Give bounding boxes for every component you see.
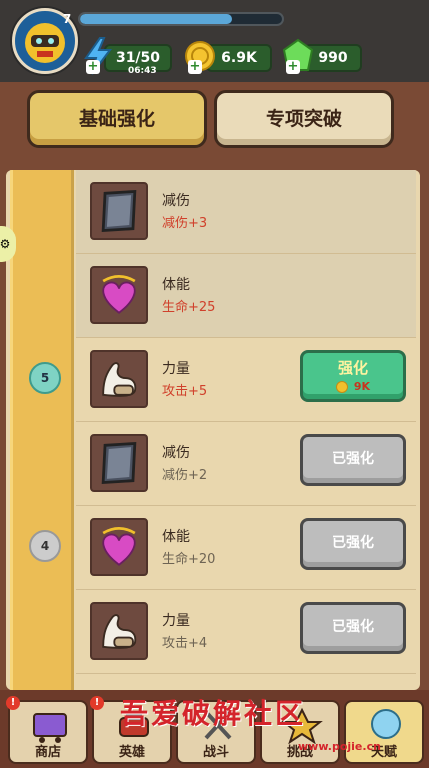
muscle-arm-icon xyxy=(90,350,148,408)
row-name: 体能 xyxy=(162,277,190,293)
upgrade-row: 力量 攻击+5 强化 9K xyxy=(76,338,416,422)
row-name: 减伤 xyxy=(162,193,190,209)
nav-talent[interactable]: 天赋 xyxy=(344,700,424,764)
upgrade-panel[interactable]: 5 4 减伤 减伤+3 体能 生命+25 力量 攻击+5 强化 9K 减伤 减伤… xyxy=(6,170,420,690)
upgrade-cost: 9K xyxy=(303,380,403,393)
watermark-url: www.pojie.cn xyxy=(298,740,381,753)
xp-progress-bar xyxy=(78,12,284,26)
shop-cart-icon xyxy=(33,713,67,743)
rail-node-4: 4 xyxy=(29,530,61,562)
row-bonus: 生命+20 xyxy=(162,552,216,567)
upgrade-button[interactable]: 强化 9K xyxy=(300,350,406,402)
add-gems-button[interactable]: + xyxy=(286,60,300,74)
hero-alert-icon: ! xyxy=(90,696,104,710)
row-bonus: 攻击+5 xyxy=(162,384,208,399)
muscle-arm-icon xyxy=(90,602,148,660)
tab-basic-upgrade-label: 基础强化 xyxy=(78,108,155,130)
nav-hero-label: 英雄 xyxy=(118,745,145,760)
player-level: 7 xyxy=(62,12,72,26)
energy-timer: 06:43 xyxy=(128,66,157,76)
nav-shop-label: 商店 xyxy=(34,745,61,760)
add-coins-button[interactable]: + xyxy=(188,60,202,74)
nav-shop[interactable]: 商店 xyxy=(8,700,88,764)
upgrade-button-label: 强化 xyxy=(337,359,368,377)
tab-special-breakthrough[interactable]: 专项突破 xyxy=(214,90,394,148)
tab-special-breakthrough-label: 专项突破 xyxy=(265,108,342,130)
xp-progress-fill xyxy=(80,14,232,24)
coin-icon xyxy=(335,381,348,393)
rail-node-5: 5 xyxy=(29,362,61,394)
row-bonus: 减伤+3 xyxy=(162,216,208,231)
armor-plate-icon xyxy=(90,434,148,492)
progress-rail: 5 4 xyxy=(10,170,74,690)
talent-icon xyxy=(371,709,401,739)
upgrade-row: 减伤 减伤+3 xyxy=(76,170,416,254)
upgrade-row: 减伤 减伤+2 已强化 xyxy=(76,422,416,506)
upgrade-row: 力量 攻击+4 已强化 xyxy=(76,590,416,674)
tab-basic-upgrade[interactable]: 基础强化 xyxy=(27,90,207,148)
row-bonus: 生命+25 xyxy=(162,300,216,315)
upgrade-row: 体能 生命+20 已强化 xyxy=(76,506,416,590)
heart-necklace-icon xyxy=(90,266,148,324)
row-name: 减伤 xyxy=(162,445,190,461)
upgrade-row: 体能 生命+25 xyxy=(76,254,416,338)
upgraded-button[interactable]: 已强化 xyxy=(300,434,406,486)
row-name: 力量 xyxy=(162,361,190,377)
upgraded-button[interactable]: 已强化 xyxy=(300,518,406,570)
row-bonus: 攻击+4 xyxy=(162,636,208,651)
upgraded-button[interactable]: 已强化 xyxy=(300,602,406,654)
heart-necklace-icon xyxy=(90,518,148,576)
row-bonus: 减伤+2 xyxy=(162,468,208,483)
nav-battle-label: 战斗 xyxy=(202,745,229,760)
shop-alert-icon: ! xyxy=(6,696,20,710)
top-bar: 7 31/50 + 06:43 6.9K + 990 + xyxy=(0,0,429,82)
armor-plate-icon xyxy=(90,182,148,240)
row-name: 体能 xyxy=(162,529,190,545)
upgrade-cost-value: 9K xyxy=(353,380,371,393)
row-name: 力量 xyxy=(162,613,190,629)
watermark-text: 吾爱破解社区 xyxy=(120,697,307,730)
add-energy-button[interactable]: + xyxy=(86,60,100,74)
